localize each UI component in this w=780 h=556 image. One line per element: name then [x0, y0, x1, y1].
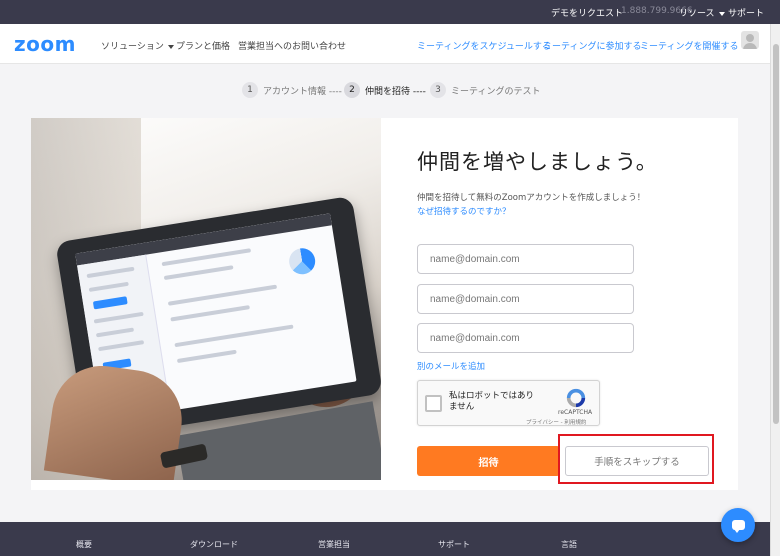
- invite-card: 仲間を増やしましょう。 仲間を招待して無料のZoomアカウントを作成しましょう！…: [31, 118, 738, 490]
- step-invite-colleagues: 2 仲間を招待 ----: [344, 82, 426, 98]
- invite-button[interactable]: 招待: [417, 446, 560, 476]
- footer-about[interactable]: 概要: [76, 539, 92, 550]
- solutions-menu[interactable]: ソリューション: [101, 39, 174, 52]
- schedule-meeting-link[interactable]: ミーティングをスケジュールする: [417, 39, 551, 52]
- footer-download[interactable]: ダウンロード: [190, 539, 238, 550]
- footer-sales[interactable]: 営業担当: [318, 539, 350, 550]
- main-navbar: zoom ソリューション プランと価格 営業担当へのお問い合わせ ミーティングを…: [0, 24, 770, 64]
- list-row: [86, 266, 135, 279]
- join-meeting-link[interactable]: ミーティングに参加する: [543, 39, 641, 52]
- chat-bubble-icon: [731, 520, 745, 533]
- recaptcha-brand: reCAPTCHA: [558, 409, 593, 416]
- scrollbar-thumb[interactable]: [773, 44, 779, 424]
- pie-chart-graphic: [287, 246, 318, 277]
- chat-row: [167, 284, 278, 306]
- page-title: 仲間を増やしましょう。: [417, 150, 658, 174]
- footer-support[interactable]: サポート: [438, 539, 470, 550]
- chat-row: [161, 248, 252, 267]
- recaptcha-terms-link[interactable]: プライバシー - 利用規約: [526, 418, 586, 426]
- add-email-link[interactable]: 別のメールを追加: [417, 360, 485, 372]
- plans-pricing-link[interactable]: プランと価格: [176, 39, 230, 52]
- recaptcha-label: 私はロボットではありません: [449, 391, 535, 412]
- chevron-down-icon: [167, 44, 174, 49]
- step-number: 1: [242, 82, 258, 98]
- list-highlight: [92, 296, 128, 310]
- page-scrollbar[interactable]: [770, 24, 780, 556]
- step-number: 3: [430, 82, 446, 98]
- zoom-logo[interactable]: zoom: [14, 32, 76, 56]
- chat-row: [163, 265, 234, 281]
- step-label: ミーティングのテスト: [451, 86, 541, 97]
- support-link[interactable]: サポート: [728, 6, 764, 19]
- list-row: [95, 327, 135, 338]
- chat-row: [176, 349, 237, 364]
- list-row: [98, 340, 145, 352]
- step-account-info: 1 アカウント情報 ----: [242, 82, 342, 98]
- email-field-3[interactable]: [417, 323, 634, 353]
- chevron-down-icon: [718, 12, 725, 16]
- page-subtitle: 仲間を招待して無料のZoomアカウントを作成しましょう！: [417, 193, 646, 203]
- list-row: [93, 311, 144, 324]
- tablet-photo: [31, 118, 381, 480]
- chat-row: [170, 305, 250, 322]
- recaptcha-checkbox[interactable]: [425, 395, 442, 412]
- recaptcha-logo-icon: [566, 388, 586, 408]
- demo-request-link[interactable]: デモをリクエスト: [551, 6, 623, 19]
- site-footer: 概要 ダウンロード 営業担当 サポート 言語: [0, 522, 770, 556]
- recaptcha-widget: 私はロボットではありません reCAPTCHA プライバシー - 利用規約: [417, 380, 600, 426]
- resources-menu[interactable]: リソース: [679, 6, 725, 19]
- step-number: 2: [344, 82, 360, 98]
- user-avatar[interactable]: [741, 31, 759, 49]
- chat-row: [174, 324, 294, 348]
- resources-label: リソース: [679, 9, 715, 19]
- contact-sales-link[interactable]: 営業担当へのお問い合わせ: [238, 39, 346, 52]
- why-invite-link[interactable]: なぜ招待するのですか？: [417, 205, 511, 217]
- list-row: [88, 281, 129, 292]
- host-meeting-label: ミーティングを開催する: [640, 42, 739, 52]
- email-field-2[interactable]: [417, 284, 634, 314]
- top-utility-bar: デモをリクエスト 1.888.799.9666 リソース サポート: [0, 0, 780, 24]
- step-label: 仲間を招待 ----: [365, 86, 426, 97]
- host-meeting-menu[interactable]: ミーティングを開催する: [640, 39, 749, 52]
- step-test-meeting: 3 ミーティングのテスト: [430, 82, 540, 98]
- step-label: アカウント情報 ----: [263, 86, 342, 97]
- solutions-label: ソリューション: [101, 42, 164, 52]
- footer-language[interactable]: 言語: [561, 539, 577, 550]
- skip-step-button[interactable]: 手順をスキップする: [565, 446, 709, 476]
- chat-support-button[interactable]: [721, 508, 755, 542]
- email-field-1[interactable]: [417, 244, 634, 274]
